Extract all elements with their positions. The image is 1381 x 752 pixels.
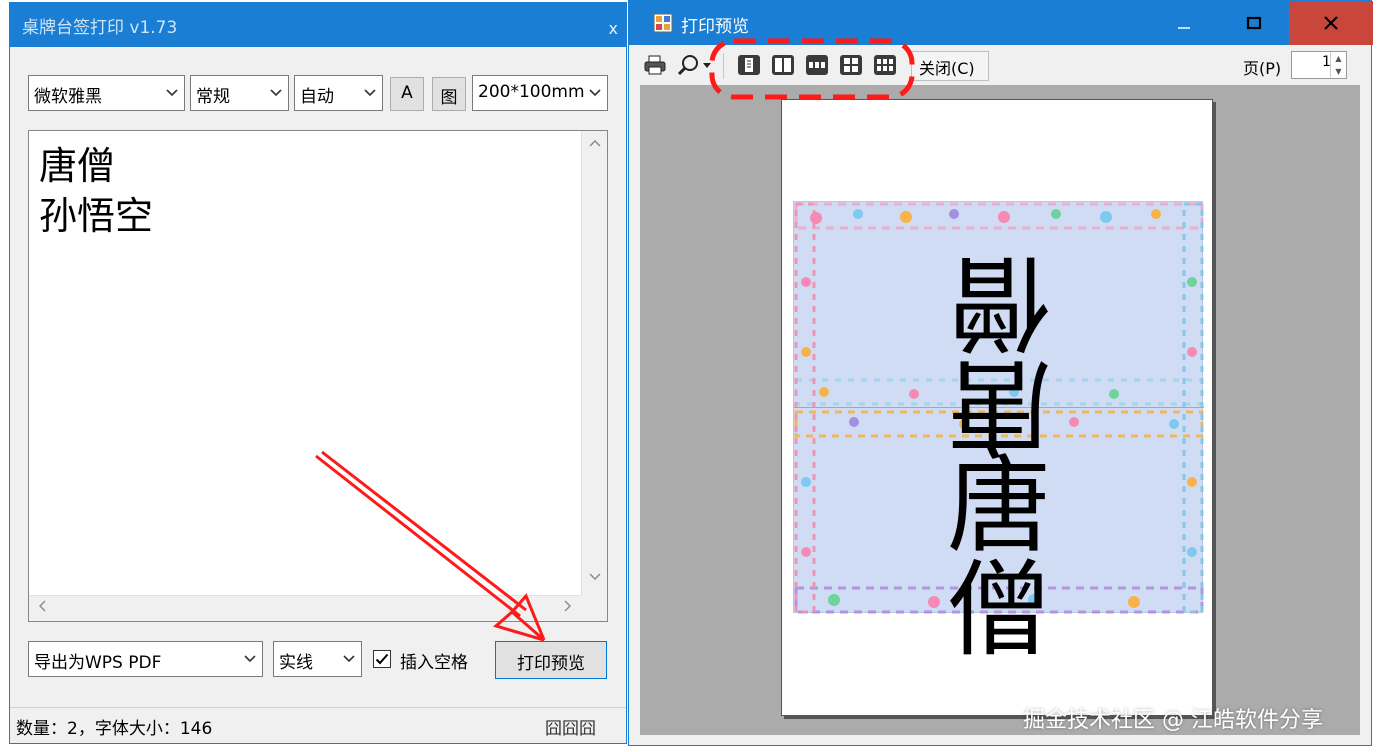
magnifier-icon[interactable] [677, 53, 701, 77]
font-size-select[interactable]: 自动 [294, 75, 383, 111]
font-size-value: 自动 [300, 87, 334, 107]
scroll-corner [581, 595, 607, 621]
maximize-icon [1246, 16, 1262, 30]
chevron-down-icon [166, 89, 178, 97]
font-family-value: 微软雅黑 [34, 87, 102, 107]
right-title-bar: 打印预览 [629, 1, 1373, 45]
checkmark-icon [375, 653, 389, 665]
four-pages-icon[interactable] [839, 53, 863, 77]
watermark: 掘金技术社区 @ 江皓软件分享 [1023, 708, 1323, 733]
font-color-button[interactable]: A [390, 77, 424, 111]
preview-toolbar: 关闭(C) 页(P) 1 ▲ ▼ [629, 45, 1371, 85]
line-style-value: 实线 [279, 653, 313, 673]
font-style-select[interactable]: 常规 [190, 75, 289, 111]
card-bottom-name: 唐僧 [946, 445, 1121, 671]
scroll-up-icon[interactable] [583, 135, 607, 159]
page-label: 页(P) [1243, 59, 1282, 78]
toolbar-separator [723, 53, 724, 79]
name-line: 唐僧 [39, 144, 116, 188]
names-text: 唐僧 孙悟空 [39, 141, 153, 241]
print-preview-window: 打印预览 关闭(C) 页(P) 1 ▲ ▼ 唐僧 唐僧 [628, 0, 1373, 746]
scroll-left-icon[interactable] [31, 597, 55, 621]
status-bar: 数量：2，字体大小：146 囧囧囧 [10, 707, 626, 743]
status-right-text: 囧囧囧 [545, 719, 596, 739]
names-textarea[interactable]: 唐僧 孙悟空 [28, 130, 608, 622]
export-value: 导出为WPS PDF [34, 653, 162, 673]
font-family-select[interactable]: 微软雅黑 [28, 75, 185, 111]
preview-window-title: 打印预览 [681, 17, 749, 37]
page-number-spinner[interactable]: 1 ▲ ▼ [1291, 51, 1347, 79]
chevron-down-icon [343, 655, 355, 663]
minimize-button[interactable] [1149, 1, 1219, 45]
left-title-bar: 桌牌台签打印 v1.73 x [10, 3, 626, 47]
line-style-select[interactable]: 实线 [273, 641, 362, 677]
insert-space-checkbox[interactable] [373, 650, 391, 668]
close-button[interactable] [1289, 1, 1373, 45]
horizontal-scrollbar[interactable] [29, 595, 581, 621]
preview-close-button[interactable]: 关闭(C) [911, 51, 989, 81]
minimize-icon [1178, 27, 1190, 29]
six-pages-icon[interactable] [873, 53, 897, 77]
export-select[interactable]: 导出为WPS PDF [28, 641, 263, 677]
chevron-down-icon [244, 655, 256, 663]
left-window-title: 桌牌台签打印 v1.73 [22, 18, 178, 38]
scroll-right-icon[interactable] [555, 597, 579, 621]
font-style-value: 常规 [196, 87, 230, 107]
vertical-scrollbar[interactable] [581, 131, 607, 595]
left-close-button[interactable]: x [609, 19, 618, 38]
insert-space-label: 插入空格 [400, 653, 468, 673]
three-pages-icon[interactable] [805, 53, 829, 77]
two-pages-icon[interactable] [771, 53, 795, 77]
name-line: 孙悟空 [39, 194, 154, 238]
card-top-half: 唐僧 [794, 202, 1204, 467]
status-text: 数量：2，字体大小：146 [16, 719, 213, 739]
spinner-arrows-icon[interactable]: ▲ ▼ [1330, 52, 1346, 78]
print-preview-button[interactable]: 打印预览 [495, 641, 607, 679]
background-image-button[interactable]: 图 [432, 77, 466, 111]
card-bottom-half: 唐僧 [794, 408, 1204, 662]
maximize-button[interactable] [1219, 1, 1289, 45]
close-icon [1324, 16, 1338, 30]
zoom-dropdown-icon[interactable] [701, 53, 713, 77]
chevron-down-icon [587, 84, 603, 100]
preview-page: 唐僧 唐僧 [781, 99, 1213, 716]
scroll-down-icon[interactable] [583, 567, 607, 591]
paper-size-value: 200*100mm [478, 82, 585, 102]
desk-card-print-window: 桌牌台签打印 v1.73 x 微软雅黑 常规 自动 A 图 200*100mm … [9, 2, 627, 744]
chevron-down-icon [364, 89, 376, 97]
preview-canvas[interactable]: 唐僧 唐僧 [640, 85, 1360, 735]
one-page-icon[interactable] [737, 53, 761, 77]
paper-size-select[interactable]: 200*100mm [472, 75, 608, 111]
desk-card-preview: 唐僧 唐僧 [793, 201, 1204, 662]
printer-icon[interactable] [643, 53, 667, 77]
app-icon [653, 13, 673, 33]
chevron-down-icon [270, 89, 282, 97]
